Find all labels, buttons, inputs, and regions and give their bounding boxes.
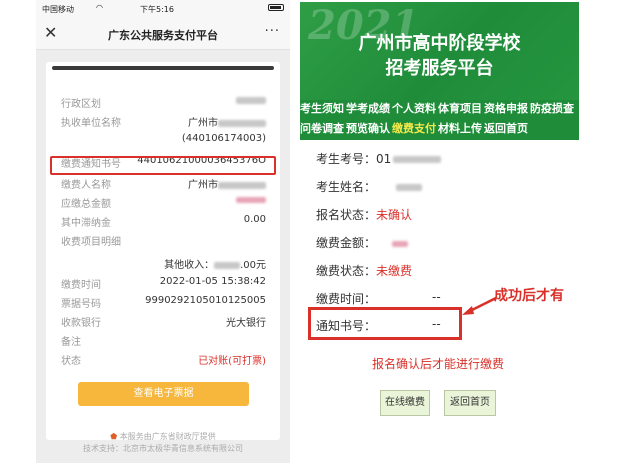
portal-nav-row-2: 问卷调查 预览确认 缴费支付 材料上传 返回首页 <box>300 120 579 140</box>
receipt-row-remark: 备注 <box>61 337 81 348</box>
carrier-label: 中国移动 <box>42 5 74 14</box>
nav-item[interactable]: 材料上传 <box>438 120 482 136</box>
reg-status-value: 未确认 <box>376 208 413 222</box>
notice-no-highlight-box <box>50 156 276 175</box>
receipt-top-bar <box>52 66 274 70</box>
footer-provider: ⬟ 本服务由广东省财政厅提供 <box>110 432 216 441</box>
fee-status-value: 未缴费 <box>376 264 413 278</box>
nav-item[interactable]: 问卷调查 <box>300 120 344 136</box>
exam-portal-screenshot: 2021 广州市高中阶段学校 招考服务平台 考生须知 学考成绩 个人资料 体育项目 资格… <box>300 0 579 463</box>
page-title: 广东公共服务支付平台 <box>108 29 218 42</box>
phone-screenshot: 中国移动 ◠ 下午5:16 ✕ 广东公共服务支付平台 ··· 行政区划 执收单位… <box>36 0 290 463</box>
receipt-row-total: 应缴总金额 <box>61 195 266 211</box>
more-icon[interactable]: ··· <box>265 24 280 39</box>
annotation-success-only: 成功后才有 <box>494 288 564 304</box>
nav-item[interactable]: 考生须知 <box>300 100 344 116</box>
nav-item-active[interactable]: 缴费支付 <box>392 120 436 136</box>
field-name: 考生姓名： <box>316 178 423 195</box>
status-badge: 已对账(可打票) <box>198 356 266 367</box>
app-navbar: ✕ 广东公共服务支付平台 ··· <box>36 18 290 50</box>
receipt-row-items: 收费项目明细 <box>61 237 121 248</box>
receipt-row-payer: 缴费人名称 广州市 <box>61 176 266 192</box>
wifi-icon: ◠ <box>96 3 103 12</box>
field-fee-time: 缴费时间： -- <box>316 290 441 306</box>
home-button[interactable]: 返回首页 <box>444 390 496 416</box>
nav-item[interactable]: 体育项目 <box>438 100 482 116</box>
nav-item[interactable]: 预览确认 <box>346 120 390 136</box>
banner-title-line1: 广州市高中阶段学校 <box>358 33 521 54</box>
receipt-row-status: 状态 已对账(可打票) <box>61 352 266 368</box>
receipt-row-bill-no: 票据号码 9990292105010125005 <box>61 295 266 310</box>
receipt-row-bank: 收款银行 光大银行 <box>61 318 266 329</box>
receipt-row-pay-time: 缴费时间 2022-01-05 15:38:42 <box>61 276 266 291</box>
portal-banner: 2021 广州市高中阶段学校 招考服务平台 <box>300 2 579 100</box>
annotation-confirm-first: 报名确认后才能进行缴费 <box>372 357 505 371</box>
receipt-row-unit: 执收单位名称 广州市 <box>61 114 266 130</box>
online-pay-button[interactable]: 在线缴费 <box>380 390 430 416</box>
status-bar: 中国移动 ◠ 下午5:16 <box>36 0 290 18</box>
field-fee-status: 缴费状态：未缴费 <box>316 264 413 278</box>
receipt-row-unit-code: (440106174003) <box>181 133 266 144</box>
nav-item[interactable]: 返回首页 <box>484 120 528 136</box>
clock-label: 下午5:16 <box>140 5 174 14</box>
footer-tech-support: 技术支持：北京市太极华青信息系统有限公司 <box>83 444 243 453</box>
nav-item[interactable]: 防疫损查 <box>530 100 574 116</box>
nav-item[interactable]: 资格申报 <box>484 100 528 116</box>
shield-icon: ⬟ <box>110 432 118 441</box>
portal-nav-row-1: 考生须知 学考成绩 个人资料 体育项目 资格申报 防疫损查 <box>300 100 579 120</box>
field-fee-amount: 缴费金额： <box>316 234 409 251</box>
nav-item[interactable]: 个人资料 <box>392 100 436 116</box>
receipt-row-late-fee: 其中滞纳金 0.00 <box>61 214 266 229</box>
view-e-receipt-button[interactable]: 查看电子票据 <box>78 382 249 406</box>
banner-title-line2: 招考服务平台 <box>385 58 494 79</box>
notice-no-highlight-box <box>308 307 462 340</box>
nav-item[interactable]: 学考成绩 <box>346 100 390 116</box>
battery-icon <box>268 3 284 12</box>
receipt-row-region: 行政区划 <box>61 95 266 111</box>
field-reg-status: 报名状态：未确认 <box>316 208 413 222</box>
receipt-row-other-income: 其他收入： .00元 <box>164 260 266 271</box>
field-exam-no: 考生考号：01 <box>316 150 442 167</box>
